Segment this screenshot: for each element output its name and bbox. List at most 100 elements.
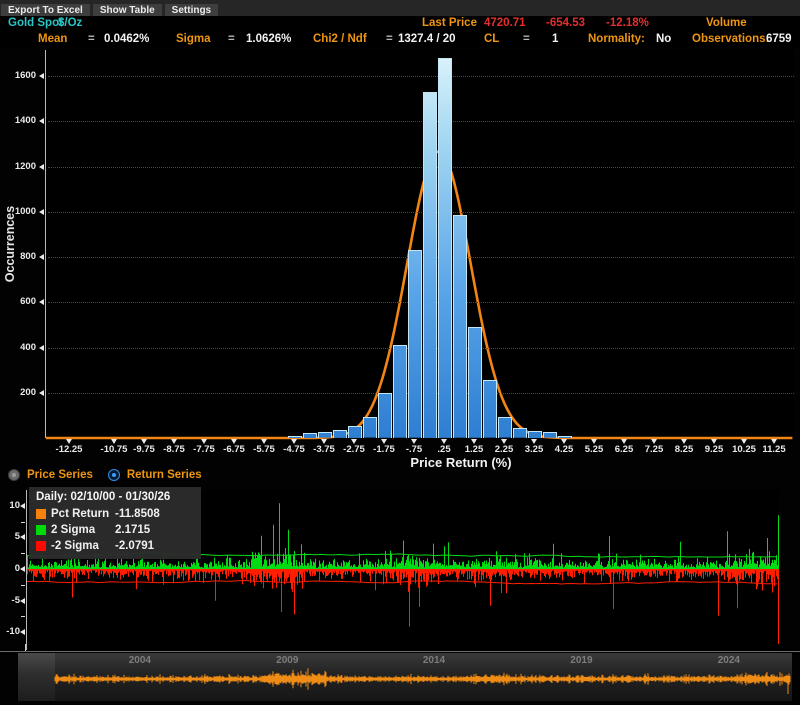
stat-value: 1.0626% [246,33,291,45]
stat-label: Sigma [176,33,211,45]
y-tick-label: 1400 [2,115,36,126]
histogram-bar [528,431,542,438]
return-y-tick-label: 0 [2,563,20,574]
legend-value: -2.0791 [115,540,154,552]
return-y-tick-mark [20,629,25,635]
gridline [48,167,794,168]
gridline [48,212,794,213]
histogram-bar [453,215,467,438]
histogram-bar [378,393,392,438]
security-unit: $/Oz [58,17,82,29]
x-tick-label: 11.25 [752,444,796,455]
navigator-return-waveform [55,668,790,694]
return-y-tick-label: 10 [2,500,20,511]
histogram-bar [303,433,317,438]
navigator-year-label: 2009 [276,655,298,666]
stat-label: CL [484,33,499,45]
stat-value: 1327.4 / 20 [398,33,456,45]
y-tick-mark [39,209,44,215]
y-tick-mark [39,254,44,260]
legend-label: -2 Sigma [51,540,115,552]
navigator-year-label: 2019 [570,655,592,666]
legend-row: -2 Sigma-2.0791 [36,538,195,554]
legend-row: 2 Sigma2.1715 [36,522,195,538]
y-tick-label: 800 [2,251,36,262]
histogram-bar [393,345,407,438]
y-tick-mark [39,73,44,79]
legend-swatch [36,541,46,551]
price-change: -654.53 [546,17,585,29]
toolbar: Export To ExcelShow TableSettings [0,0,800,16]
y-tick-mark [39,118,44,124]
y-tick-label: 400 [2,342,36,353]
navigator-year-label: 2014 [423,655,445,666]
histogram-bar [408,250,422,438]
stat-value: 1 [552,33,558,45]
stat-equals: = [228,33,235,45]
stat-value: No [656,33,671,45]
histogram-bar [363,417,377,438]
legend-swatch [36,525,46,535]
return-y-minor-tick [21,553,25,554]
y-tick-label: 600 [2,296,36,307]
axis-end-tick [25,644,26,651]
histogram-bar [513,428,527,438]
y-axis-title: Occurrences [3,206,17,282]
return-y-minor-tick [21,585,25,586]
stat-value: 6759 [766,33,792,45]
legend-title: Daily: 02/10/00 - 01/30/26 [36,491,195,503]
histogram-bar [438,58,452,438]
return-series-tab-label[interactable]: Return Series [127,469,202,481]
y-tick-mark [39,345,44,351]
return-y-minor-tick [21,522,25,523]
return-y-tick-mark [20,598,25,604]
timeline-navigator[interactable]: 20042009201420192024 [18,653,792,701]
return-y-tick-label: -5 [2,595,20,606]
price-series-tab-label[interactable]: Price Series [27,469,93,481]
return-y-tick-label: 5 [2,531,20,542]
histogram-bar [318,432,332,438]
bloomberg-return-histogram-screen: Export To ExcelShow TableSettings Gold S… [0,0,800,705]
y-tick-label: 1000 [2,206,36,217]
return-y-minor-tick [21,616,25,617]
histogram-bar [498,417,512,438]
y-tick-label: 1600 [2,70,36,81]
stats-row: Mean=0.0462%Sigma=1.0626%Chi2 / Ndf=1327… [0,32,800,48]
volume-label: Volume [706,17,747,29]
histogram-bar [348,426,362,438]
chart-legend: Daily: 02/10/00 - 01/30/26 Pct Return-11… [29,487,201,559]
price-series-radio[interactable] [8,469,20,481]
y-tick-mark [39,390,44,396]
security-name: Gold Spot [8,17,63,29]
x-tick-label: -12.25 [47,444,91,455]
return-series-radio[interactable] [108,469,120,481]
price-change-pct: -12.18% [606,17,649,29]
stat-equals: = [88,33,95,45]
gridline [48,76,794,77]
series-selector: Price Series Return Series [8,468,210,482]
legend-swatch [36,509,46,519]
return-y-tick-mark [20,566,25,572]
stat-value: 0.0462% [104,33,149,45]
panel-divider [0,651,800,652]
histogram-plot [45,50,794,438]
histogram-bar [288,436,302,438]
histogram-bar [333,430,347,438]
legend-value: -11.8508 [115,508,160,520]
legend-value: 2.1715 [115,524,150,536]
navigator-year-label: 2024 [718,655,740,666]
histogram-bar [483,380,497,438]
last-price-value: 4720.71 [484,17,526,29]
gridline [48,121,794,122]
stat-label: Observations: [692,33,769,45]
legend-row: Pct Return-11.8508 [36,506,195,522]
y-tick-mark [39,164,44,170]
stat-label: Normality: [588,33,645,45]
negative-returns [28,569,779,644]
stat-equals: = [386,33,393,45]
histogram-bar [558,436,572,438]
y-tick-label: 200 [2,387,36,398]
histogram-bar [543,432,557,438]
histogram-bar [423,92,437,438]
stat-label: Mean [38,33,67,45]
